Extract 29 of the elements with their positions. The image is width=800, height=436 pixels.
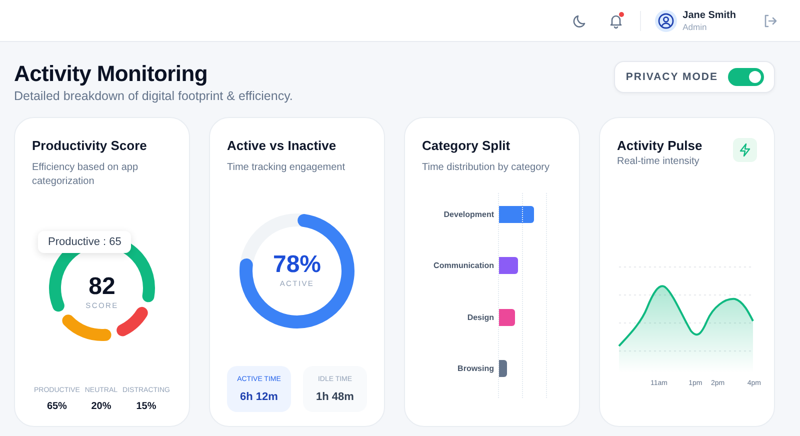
- category-label: Communication: [432, 261, 494, 270]
- logout-icon[interactable]: [762, 12, 778, 28]
- category-label: Development: [442, 210, 494, 220]
- bell-icon[interactable]: [608, 12, 624, 28]
- legend-value: 20%: [91, 401, 112, 412]
- privacy-mode-label: PRIVACY MODE: [626, 71, 718, 83]
- privacy-toggle[interactable]: [728, 68, 764, 86]
- user-role: Admin: [682, 22, 708, 32]
- card-subtitle: Efficiency based on app categorization: [32, 161, 140, 189]
- moon-icon[interactable]: [572, 12, 588, 28]
- card-subtitle: Real-time intensity: [617, 156, 700, 167]
- user-avatar-icon[interactable]: [654, 10, 677, 32]
- score-value: 82: [88, 274, 116, 298]
- category-label: Design: [466, 312, 494, 322]
- user-name: Jane Smith: [682, 10, 736, 20]
- active-percent: 78%: [272, 253, 322, 277]
- page-subtitle: Detailed breakdown of digital footprint & efficiency.: [14, 89, 293, 103]
- chart-tooltip: Productive : 65: [38, 231, 132, 253]
- card-subtitle: Time distribution by category: [422, 161, 550, 175]
- legend-value: 65%: [46, 401, 67, 412]
- card-title: Productivity Score: [32, 138, 148, 153]
- category-label: Browsing: [456, 364, 494, 373]
- card-subtitle: Time tracking engagement: [227, 161, 346, 175]
- page-title: Activity Monitoring: [14, 61, 209, 87]
- card-title: Active vs Inactive: [227, 138, 338, 153]
- lightning-icon: [738, 143, 752, 157]
- card-title: Activity Pulse: [617, 138, 702, 153]
- card-title: Category Split: [422, 138, 512, 153]
- legend-value: 15%: [136, 401, 156, 412]
